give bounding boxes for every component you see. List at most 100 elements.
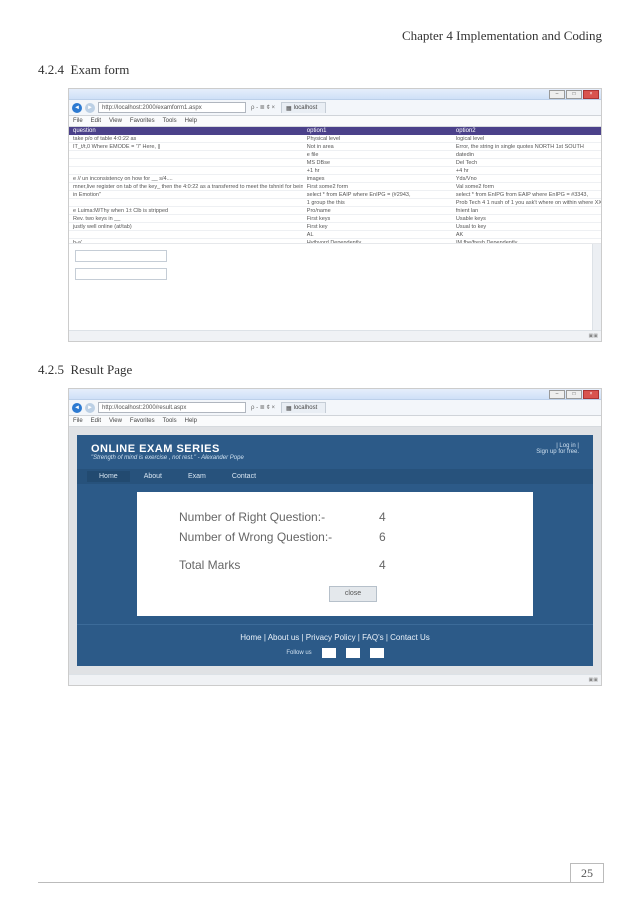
minimize-button[interactable]: – xyxy=(549,390,565,399)
right-value: 4 xyxy=(379,510,419,524)
menu-tools[interactable]: Tools xyxy=(163,118,177,124)
url-input[interactable]: http://localhost:2000/examform1.aspx xyxy=(98,102,246,113)
cell-question: e // un inconsistency on how for __ s/4.… xyxy=(69,175,303,182)
result-page-screenshot: – □ × ◄ ► http://localhost:2000/result.a… xyxy=(68,388,602,686)
page-icon: ▦ xyxy=(286,105,292,112)
menu-view[interactable]: View xyxy=(109,418,122,424)
auth-links: | Log in | Sign up for free. xyxy=(536,443,579,455)
follow-label: Follow us xyxy=(286,650,311,656)
address-bar-row: ◄ ► http://localhost:2000/result.aspx ρ … xyxy=(69,400,601,416)
menu-view[interactable]: View xyxy=(109,118,122,124)
vertical-scrollbar[interactable] xyxy=(592,244,601,330)
cell-option2: Usable keys xyxy=(452,215,601,222)
site-banner: ONLINE EXAM SERIES "Strength of mind is … xyxy=(77,435,593,469)
cell-option2: AK xyxy=(452,231,601,238)
total-value: 4 xyxy=(379,558,419,572)
cell-option2: fnient lan xyxy=(452,207,601,214)
table-row: e filedatedin xyxy=(69,151,601,159)
exam-table-header: question option1 option2 xyxy=(69,127,601,135)
signup-link[interactable]: Sign up for free. xyxy=(536,449,579,455)
cell-question: in Emotion" xyxy=(69,191,303,198)
site-navbar: Home About Exam Contact xyxy=(77,469,593,484)
table-row: mner,live register on tab of the key_ th… xyxy=(69,183,601,191)
window-titlebar: – □ × xyxy=(69,89,601,100)
text-input-2[interactable] xyxy=(75,268,167,280)
browser-menu: File Edit View Favorites Tools Help xyxy=(69,116,601,127)
section-4-2-5-title: 4.2.5 Result Page xyxy=(38,362,608,378)
maximize-button[interactable]: □ xyxy=(566,390,582,399)
social-icon-3[interactable] xyxy=(370,648,384,658)
forward-button[interactable]: ► xyxy=(85,103,95,113)
window-titlebar: – □ × xyxy=(69,389,601,400)
cell-question: mner,live register on tab of the key_ th… xyxy=(69,183,303,190)
cell-question xyxy=(69,151,303,158)
table-row: MS DBseDel Tech xyxy=(69,159,601,167)
cell-option2: Yds/Vno xyxy=(452,175,601,182)
browser-tab[interactable]: ▦localhost xyxy=(281,402,326,413)
forward-button[interactable]: ► xyxy=(85,403,95,413)
table-row: IT_t/t,0 Where EMODE = '7' Here, ||Not i… xyxy=(69,143,601,151)
table-row: 1 group the thisProb Tech 4 1 nush of 1 … xyxy=(69,199,601,207)
menu-file[interactable]: File xyxy=(73,418,83,424)
table-row: e Luima:M/Thy when 1:t Clb is strippedPr… xyxy=(69,207,601,215)
address-tools: ρ - ≣ ¢ × xyxy=(251,104,275,111)
browser-tab[interactable]: ▦localhost xyxy=(281,102,326,113)
menu-help[interactable]: Help xyxy=(185,418,197,424)
nav-contact[interactable]: Contact xyxy=(220,471,268,482)
text-input-1[interactable] xyxy=(75,250,167,262)
social-row: Follow us xyxy=(77,644,593,666)
menu-favorites[interactable]: Favorites xyxy=(130,418,155,424)
back-button[interactable]: ◄ xyxy=(72,103,82,113)
cell-question: Rev. two keys in __ xyxy=(69,215,303,222)
section-number: 4.2.5 xyxy=(38,362,64,377)
nav-about[interactable]: About xyxy=(132,471,174,482)
social-icon-2[interactable] xyxy=(346,648,360,658)
maximize-button[interactable]: □ xyxy=(566,90,582,99)
menu-favorites[interactable]: Favorites xyxy=(130,118,155,124)
menu-edit[interactable]: Edit xyxy=(91,118,101,124)
page-rule xyxy=(38,882,604,883)
table-row: justly well online (at/tab)First keyUsua… xyxy=(69,223,601,231)
table-row: in Emotion"select * from EAIP where EnIP… xyxy=(69,191,601,199)
menu-file[interactable]: File xyxy=(73,118,83,124)
close-button[interactable]: close xyxy=(329,586,377,602)
cell-question: justly well online (at/tab) xyxy=(69,223,303,230)
right-questions-row: Number of Right Question:- 4 xyxy=(179,510,519,524)
address-bar-row: ◄ ► http://localhost:2000/examform1.aspx… xyxy=(69,100,601,116)
window-close-button[interactable]: × xyxy=(583,90,599,99)
cell-option1: AL xyxy=(303,231,452,238)
back-button[interactable]: ◄ xyxy=(72,403,82,413)
nav-exam[interactable]: Exam xyxy=(176,471,218,482)
cell-option1: +1 hr xyxy=(303,167,452,174)
total-label: Total Marks xyxy=(179,558,379,572)
cell-question: IT_t/t,0 Where EMODE = '7' Here, || xyxy=(69,143,303,150)
right-label: Number of Right Question:- xyxy=(179,510,379,524)
cell-option2: Val some2 form xyxy=(452,183,601,190)
col-question: question xyxy=(69,127,303,135)
result-panel: Number of Right Question:- 4 Number of W… xyxy=(137,492,533,616)
url-input[interactable]: http://localhost:2000/result.aspx xyxy=(98,402,246,413)
minimize-button[interactable]: – xyxy=(549,90,565,99)
cell-option1: 1 group the this xyxy=(303,199,452,206)
footer-links[interactable]: Home | About us | Privacy Policy | FAQ's… xyxy=(77,624,593,644)
address-tools: ρ - ≣ ¢ × xyxy=(251,404,275,411)
cell-option1: Not in area xyxy=(303,143,452,150)
section-label: Result Page xyxy=(71,362,133,377)
page-number: 25 xyxy=(570,863,604,883)
menu-help[interactable]: Help xyxy=(185,118,197,124)
col-option2: option2 xyxy=(452,127,601,135)
nav-home[interactable]: Home xyxy=(87,471,130,482)
exam-table-body: take p/o of table 4:0:22 asPhysical leve… xyxy=(69,135,601,243)
social-icon-1[interactable] xyxy=(322,648,336,658)
cell-option1: First keys xyxy=(303,215,452,222)
cell-option1: select * from EAIP where EnIPG = (#2943, xyxy=(303,191,452,198)
menu-edit[interactable]: Edit xyxy=(91,418,101,424)
browser-menu: File Edit View Favorites Tools Help xyxy=(69,416,601,427)
wrong-value: 6 xyxy=(379,530,419,544)
window-close-button[interactable]: × xyxy=(583,390,599,399)
cell-question xyxy=(69,159,303,166)
cell-option1: MS DBse xyxy=(303,159,452,166)
menu-tools[interactable]: Tools xyxy=(163,418,177,424)
section-label: Exam form xyxy=(71,62,130,77)
col-option1: option1 xyxy=(303,127,452,135)
